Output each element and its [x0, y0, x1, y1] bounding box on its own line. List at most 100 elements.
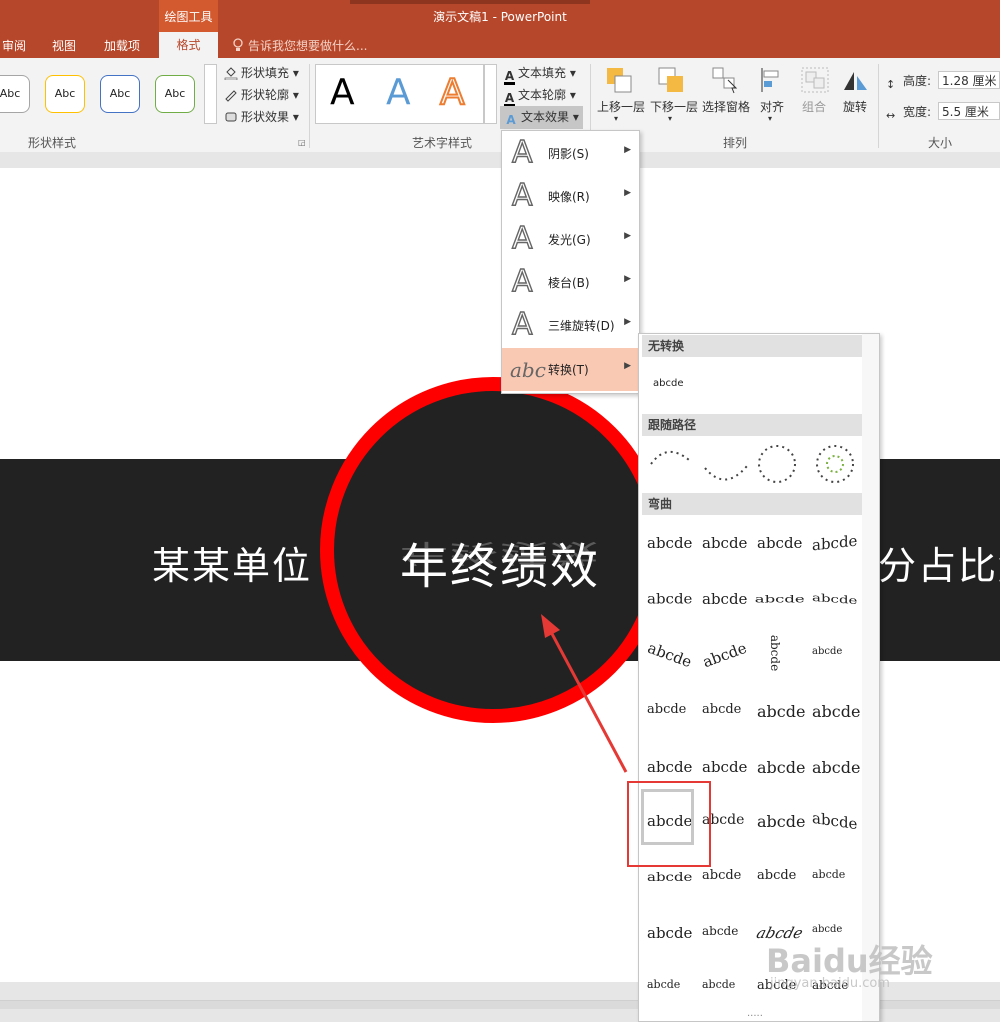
transform-gallery: 无转换 abcde 跟随路径 弯曲 abcde abcde abcde abcde ab…: [638, 333, 880, 1022]
dialog-launcher-icon[interactable]: ◲: [298, 138, 306, 147]
text-outline-button[interactable]: A 文本轮廓 ▾: [504, 86, 576, 107]
wordart-sample-blue[interactable]: A: [386, 73, 411, 113]
rotate-label[interactable]: 旋转: [843, 98, 867, 115]
shape-effects-button[interactable]: 形状效果 ▾: [224, 108, 299, 125]
rotate-icon[interactable]: [840, 66, 870, 94]
tab-format[interactable]: 格式: [159, 32, 218, 58]
warp-option-5-4[interactable]: abcde: [812, 758, 860, 777]
submenu-arrow-icon: ▶: [624, 317, 631, 327]
shape-outline-button[interactable]: 形状轮廓 ▾: [224, 86, 299, 103]
align-icon[interactable]: [756, 66, 786, 94]
warp-option-2-1[interactable]: abcde: [647, 591, 692, 607]
ribbon: Abc Abc Abc Abc 形状填充 ▾ 形状轮廓 ▾ 形状效果 ▾ 形状样…: [0, 58, 1000, 153]
warp-option-8-1[interactable]: abcde: [647, 924, 692, 942]
shape-styles-group-label: 形状样式: [28, 136, 77, 150]
warp-option-4-4[interactable]: abcde: [812, 702, 860, 721]
bring-forward-icon[interactable]: [604, 66, 634, 94]
tab-addins[interactable]: 加载项: [104, 37, 140, 54]
warp-option-8-4[interactable]: abcde: [812, 924, 842, 935]
height-icon: ↕: [886, 78, 896, 91]
warp-option-7-4[interactable]: abcde: [812, 868, 845, 881]
shape-style-sample-1[interactable]: Abc: [0, 75, 30, 113]
warp-option-9-1[interactable]: abcde: [647, 978, 680, 991]
3d-rotation-A-icon: A: [511, 307, 533, 342]
warp-option-3-3[interactable]: abcde: [768, 635, 782, 671]
warp-option-6-4[interactable]: abcde: [812, 809, 857, 833]
warp-option-9-2[interactable]: abcde: [702, 978, 735, 991]
warp-option-7-3[interactable]: abcde: [757, 868, 796, 883]
submenu-arrow-icon: ▶: [624, 274, 631, 284]
bring-forward-label[interactable]: 上移一层: [597, 98, 645, 115]
align-label[interactable]: 对齐: [760, 98, 784, 115]
warp-option-5-1[interactable]: abcde: [647, 758, 692, 776]
warp-option-4-3[interactable]: abcde: [757, 702, 805, 721]
menu-item-shadow[interactable]: A 阴影(S) ▶: [502, 132, 639, 175]
slide-unit-text[interactable]: 某某单位: [152, 535, 312, 590]
warp-option-5-2[interactable]: abcde: [702, 758, 747, 776]
lightbulb-icon: [233, 38, 243, 51]
tell-me-search[interactable]: 告诉我您想要做什么...: [232, 37, 367, 54]
title-bar-accent: [350, 0, 590, 4]
ribbon-tab-row: 审阅 视图 加载项 格式 告诉我您想要做什么...: [0, 32, 1000, 58]
warp-option-2-4[interactable]: abcde: [812, 591, 857, 607]
shape-style-sample-2[interactable]: Abc: [45, 75, 85, 113]
warp-option-7-2[interactable]: abcde: [702, 868, 741, 883]
bevel-A-icon: A: [511, 264, 533, 299]
menu-item-3d-rotation[interactable]: A 三维旋转(D) ▶: [502, 304, 639, 347]
shape-effects-icon: [225, 112, 237, 122]
shape-fill-button[interactable]: 形状填充 ▾: [224, 64, 299, 81]
warp-option-1-4[interactable]: abcde: [812, 532, 857, 555]
gallery-header-warp: 弯曲: [642, 493, 866, 515]
warp-option-2-2[interactable]: abcde: [702, 590, 747, 608]
width-input[interactable]: 5.5 厘米: [938, 102, 1000, 120]
height-input[interactable]: 1.28 厘米: [938, 71, 1000, 89]
shape-style-sample-3[interactable]: Abc: [100, 75, 140, 113]
warp-option-6-3[interactable]: abcde: [757, 812, 805, 831]
warp-option-3-1[interactable]: abcde: [645, 639, 694, 671]
send-backward-icon[interactable]: [656, 66, 686, 94]
warp-option-3-4[interactable]: abcde: [812, 646, 842, 657]
menu-item-bevel[interactable]: A 棱台(B) ▶: [502, 261, 639, 304]
transform-abc-icon: abc: [510, 358, 546, 382]
text-outline-icon: A: [504, 91, 515, 107]
warp-option-5-3[interactable]: abcde: [757, 758, 805, 777]
group-icon[interactable]: [800, 66, 830, 94]
wordart-gallery[interactable]: A A A: [315, 64, 484, 124]
slide-right-text[interactable]: 分占比解: [878, 535, 1000, 590]
follow-path-options[interactable]: [645, 440, 859, 490]
width-label: 宽度:: [903, 105, 932, 119]
warp-option-1-2[interactable]: abcde: [702, 534, 747, 552]
selection-pane-icon[interactable]: [710, 66, 740, 94]
send-backward-label[interactable]: 下移一层: [650, 98, 698, 115]
tell-me-text: 告诉我您想要做什么...: [248, 39, 368, 53]
warp-option-8-2[interactable]: abcde: [702, 924, 738, 938]
wordart-gallery-scroll[interactable]: [484, 64, 497, 124]
no-transform-option[interactable]: abcde: [653, 378, 683, 389]
wordart-sample-orange[interactable]: A: [439, 72, 466, 114]
text-fill-button[interactable]: A 文本填充 ▾: [504, 64, 576, 85]
text-fill-label: 文本填充: [518, 66, 567, 80]
tab-review[interactable]: 审阅: [2, 37, 26, 54]
warp-option-3-2[interactable]: abcde: [700, 639, 749, 671]
menu-item-transform[interactable]: abc 转换(T) ▶: [502, 348, 639, 391]
send-backward-dropdown-icon[interactable]: ▾: [668, 114, 672, 123]
warp-option-7-1[interactable]: abcde: [647, 870, 692, 884]
wordart-sample-black[interactable]: A: [330, 73, 355, 113]
bring-forward-dropdown-icon[interactable]: ▾: [614, 114, 618, 123]
menu-item-glow[interactable]: A 发光(G) ▶: [502, 218, 639, 261]
shape-style-sample-4[interactable]: Abc: [155, 75, 195, 113]
selection-pane-label[interactable]: 选择窗格: [702, 98, 750, 115]
shape-styles-gallery-scroll[interactable]: [204, 64, 217, 124]
baidu-watermark-url: jingyan.baidu.com: [770, 976, 890, 991]
text-effects-button[interactable]: A 文本效果 ▾: [500, 106, 583, 129]
warp-option-1-3[interactable]: abcde: [757, 534, 802, 552]
warp-option-4-2[interactable]: abcde: [702, 702, 741, 717]
gallery-scrollbar[interactable]: [862, 334, 879, 1021]
menu-item-reflection[interactable]: A 映像(R) ▶: [502, 175, 639, 218]
tab-view[interactable]: 视图: [52, 37, 76, 54]
align-dropdown-icon[interactable]: ▾: [768, 114, 772, 123]
warp-option-4-1[interactable]: abcde: [647, 702, 686, 717]
warp-option-2-3[interactable]: abcde: [755, 593, 805, 606]
warp-option-1-1[interactable]: abcde: [647, 534, 692, 552]
text-fill-icon: A: [504, 69, 515, 85]
